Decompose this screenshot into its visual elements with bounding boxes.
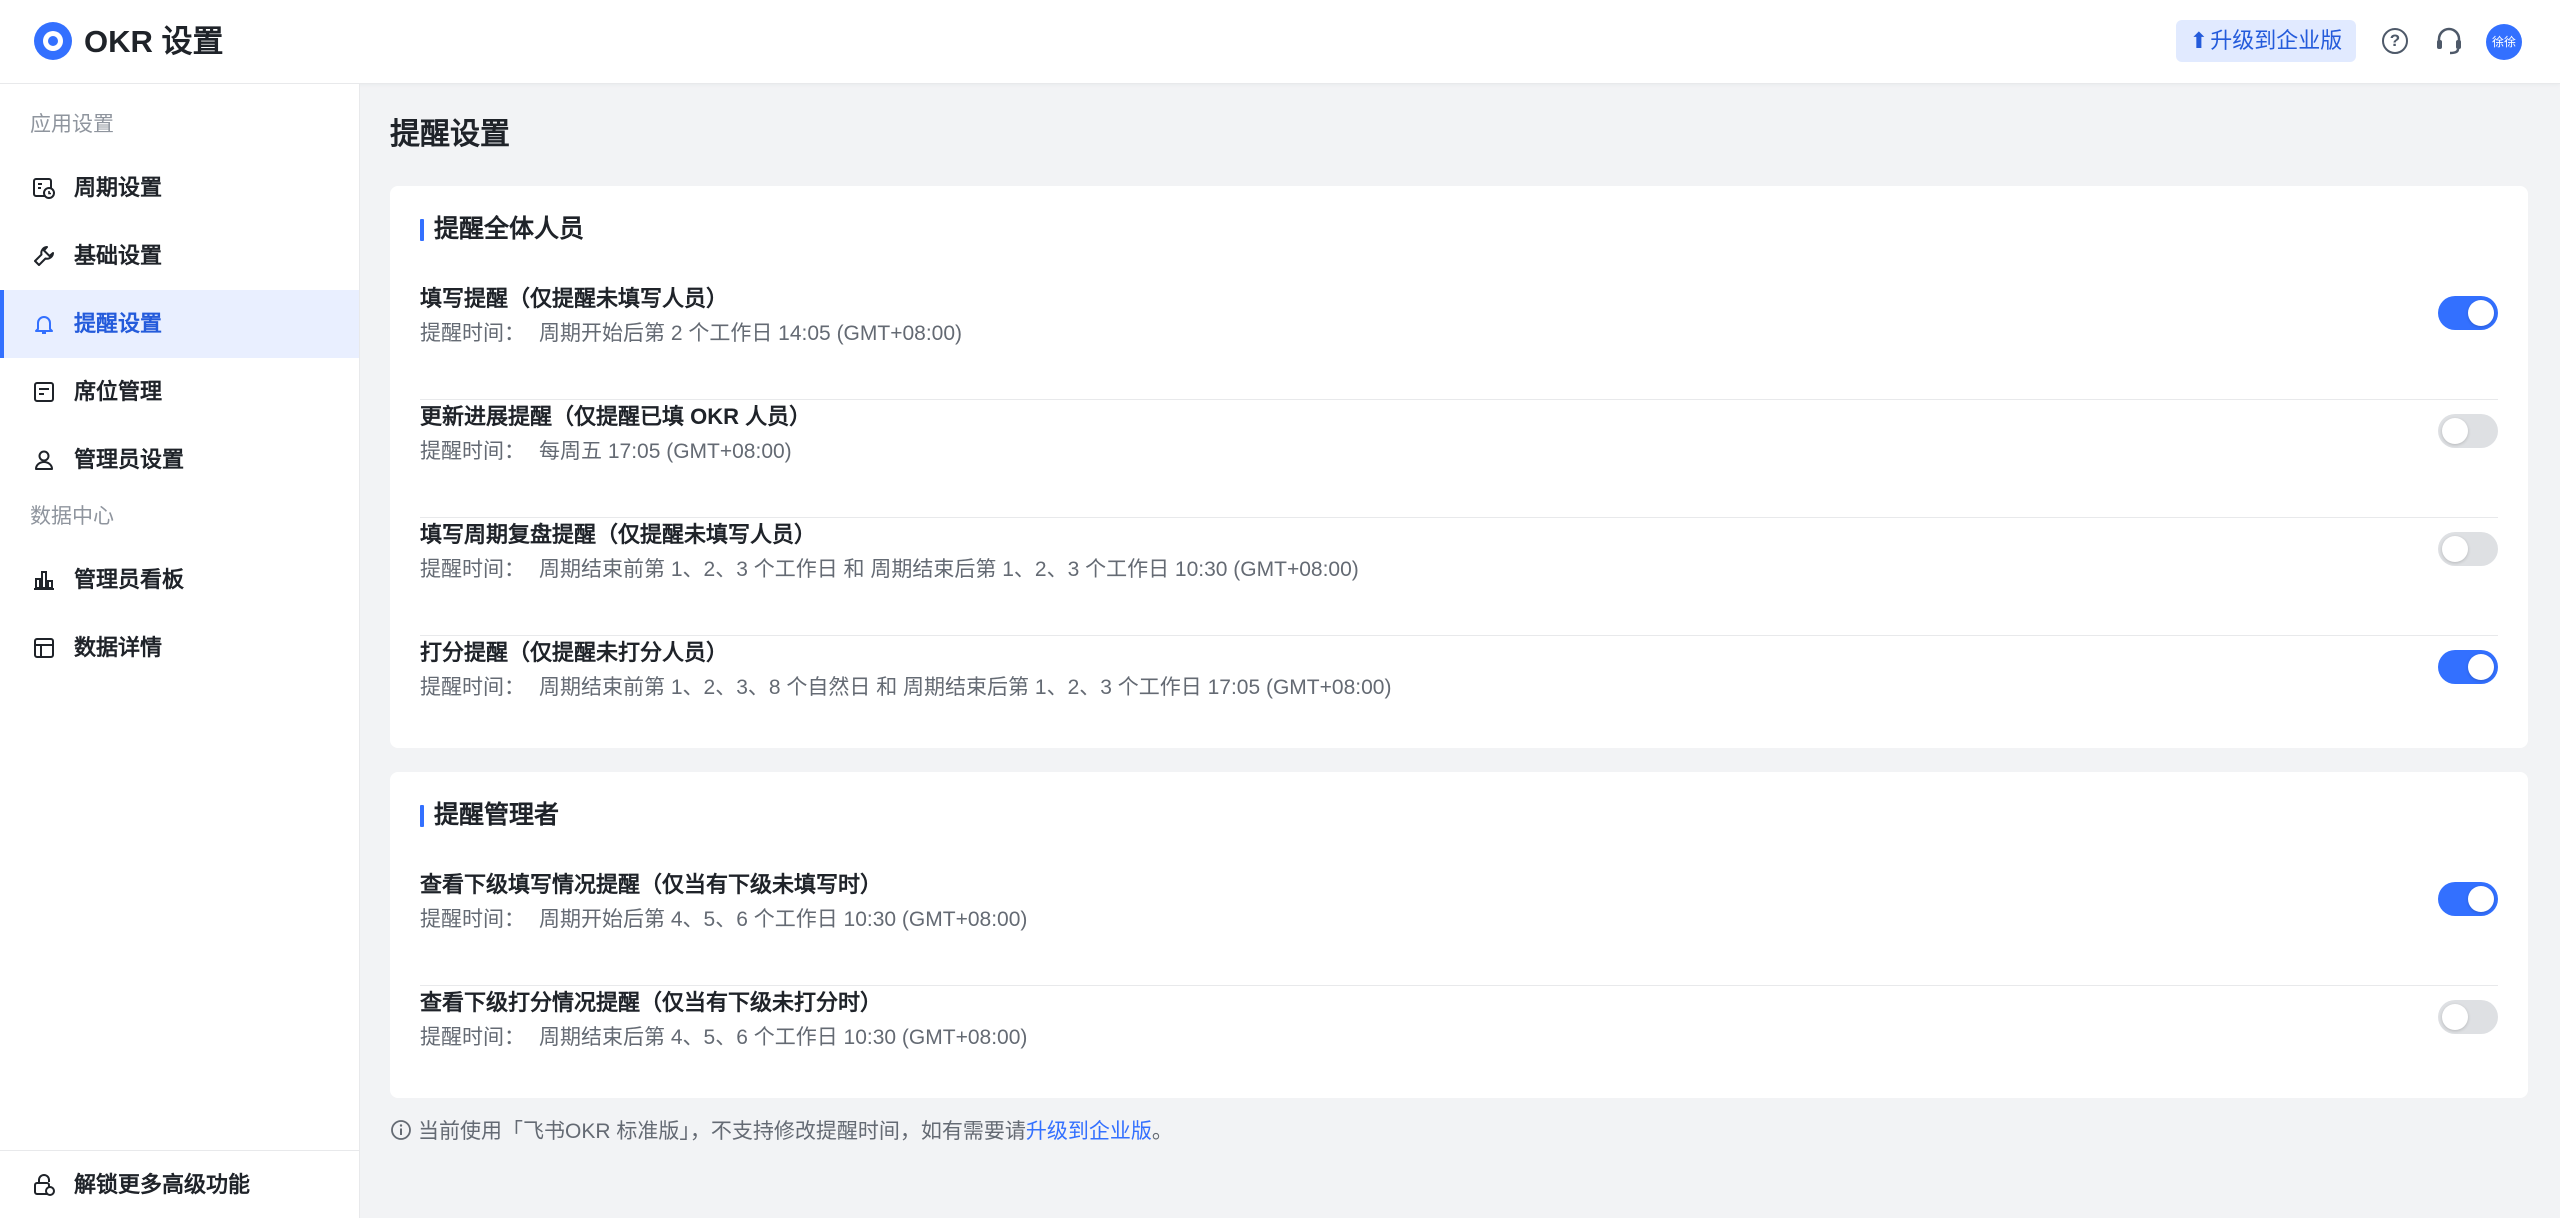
reminder-time: 提醒时间： 周期开始后第 2 个工作日 14:05 (GMT+08:00): [420, 318, 962, 350]
sidebar-item-seat-management[interactable]: 席位管理: [0, 358, 359, 426]
sidebar-item-label: 基础设置: [74, 243, 163, 268]
reminder-time-label: 提醒时间：: [420, 1026, 525, 1049]
reminder-row: 打分提醒（仅提醒未打分人员） 提醒时间： 周期结束前第 1、2、3、8 个自然日 …: [420, 636, 2498, 754]
bar-chart-icon: [32, 568, 56, 592]
reminder-title: 查看下级填写情况提醒（仅当有下级未填写时）: [420, 872, 883, 897]
reminder-toggle[interactable]: [2438, 882, 2498, 916]
reminder-time: 提醒时间： 周期开始后第 4、5、6 个工作日 10:30 (GMT+08:00): [420, 904, 1027, 936]
page-title: 提醒设置: [390, 118, 510, 151]
lock-gear-icon: [32, 1173, 56, 1197]
reminder-time-value: 周期开始后第 4、5、6 个工作日 10:30 (GMT+08:00): [539, 908, 1028, 931]
info-icon: [390, 1119, 412, 1141]
sidebar: 应用设置 周期设置 基础设置 提醒设置 席位管理 管理员设置 数据中心 管理员看…: [0, 84, 360, 1218]
sidebar-item-basic-settings[interactable]: 基础设置: [0, 222, 359, 290]
reminder-time: 提醒时间： 周期结束前第 1、2、3、8 个自然日 和 周期结束后第 1、2、3 …: [420, 672, 1391, 704]
reminder-title: 填写提醒（仅提醒未填写人员）: [420, 286, 729, 311]
reminder-time: 提醒时间： 每周五 17:05 (GMT+08:00): [420, 436, 792, 468]
sidebar-footer-label: 解锁更多高级功能: [74, 1172, 251, 1197]
reminder-title: 打分提醒（仅提醒未打分人员）: [420, 640, 729, 665]
section-title: 提醒管理者: [420, 798, 559, 832]
upgrade-button[interactable]: ⬆升级到企业版: [2176, 20, 2356, 62]
reminder-time-value: 每周五 17:05 (GMT+08:00): [539, 440, 792, 463]
calendar-clock-icon: [32, 176, 56, 200]
sidebar-item-label: 管理员设置: [74, 447, 185, 472]
reminder-toggle[interactable]: [2438, 1000, 2498, 1034]
okr-logo-icon: [34, 22, 72, 60]
upgrade-button-label: 升级到企业版: [2210, 28, 2343, 53]
reminder-row: 填写提醒（仅提醒未填写人员） 提醒时间： 周期开始后第 2 个工作日 14:05 …: [420, 282, 2498, 400]
reminder-row: 更新进展提醒（仅提醒已填 OKR 人员） 提醒时间： 每周五 17:05 (GMT…: [420, 400, 2498, 518]
user-avatar[interactable]: 徐徐: [2486, 24, 2522, 60]
edition-notice-text: 当前使用「飞书OKR 标准版」，不支持修改提醒时间，如有需要请: [418, 1120, 1026, 1143]
reminder-toggle[interactable]: [2438, 650, 2498, 684]
unlock-advanced-features-button[interactable]: 解锁更多高级功能: [0, 1150, 359, 1218]
sidebar-item-data-details[interactable]: 数据详情: [0, 614, 359, 682]
person-icon: [32, 448, 56, 472]
upgrade-link[interactable]: 升级到企业版: [1026, 1120, 1152, 1143]
reminder-time: 提醒时间： 周期结束前第 1、2、3 个工作日 和 周期结束后第 1、2、3 个工…: [420, 554, 1359, 586]
section-card-all-members: 提醒全体人员 填写提醒（仅提醒未填写人员） 提醒时间： 周期开始后第 2 个工作日…: [390, 186, 2528, 748]
seat-icon: [32, 380, 56, 404]
reminder-toggle[interactable]: [2438, 414, 2498, 448]
bell-icon: [32, 312, 56, 336]
wrench-icon: [32, 244, 56, 268]
sidebar-item-label: 管理员看板: [74, 567, 185, 592]
reminder-time-label: 提醒时间：: [420, 676, 525, 699]
reminder-row: 填写周期复盘提醒（仅提醒未填写人员） 提醒时间： 周期结束前第 1、2、3 个工作…: [420, 518, 2498, 636]
reminder-row: 查看下级打分情况提醒（仅当有下级未打分时） 提醒时间： 周期结束后第 4、5、6 …: [420, 986, 2498, 1104]
edition-notice-suffix: 。: [1151, 1120, 1173, 1143]
edition-notice: 当前使用「飞书OKR 标准版」，不支持修改提醒时间，如有需要请升级到企业版。: [390, 1116, 1173, 1148]
reminder-time: 提醒时间： 周期结束后第 4、5、6 个工作日 10:30 (GMT+08:00): [420, 1022, 1027, 1054]
reminder-title: 填写周期复盘提醒（仅提醒未填写人员）: [420, 522, 817, 547]
sidebar-item-admin-dashboard[interactable]: 管理员看板: [0, 546, 359, 614]
section-card-managers: 提醒管理者 查看下级填写情况提醒（仅当有下级未填写时） 提醒时间： 周期开始后第 …: [390, 772, 2528, 1098]
reminder-time-label: 提醒时间：: [420, 440, 525, 463]
sidebar-item-label: 数据详情: [74, 635, 163, 660]
headset-icon[interactable]: [2430, 22, 2468, 60]
reminder-time-label: 提醒时间：: [420, 558, 525, 581]
reminder-title: 查看下级打分情况提醒（仅当有下级未打分时）: [420, 990, 883, 1015]
sidebar-group-app-settings: 应用设置: [30, 113, 114, 136]
reminder-time-value: 周期结束前第 1、2、3 个工作日 和 周期结束后第 1、2、3 个工作日 10…: [539, 558, 1359, 581]
reminder-time-value: 周期结束后第 4、5、6 个工作日 10:30 (GMT+08:00): [539, 1026, 1028, 1049]
sidebar-item-label: 提醒设置: [74, 311, 163, 336]
sidebar-item-admin-settings[interactable]: 管理员设置: [0, 426, 359, 494]
reminder-time-value: 周期开始后第 2 个工作日 14:05 (GMT+08:00): [539, 322, 963, 345]
top-header: OKR 设置 ⬆升级到企业版 ? 徐徐: [0, 0, 2560, 84]
reminder-time-label: 提醒时间：: [420, 908, 525, 931]
upload-arrow-icon: ⬆: [2189, 28, 2209, 53]
reminder-row: 查看下级填写情况提醒（仅当有下级未填写时） 提醒时间： 周期开始后第 4、5、6 …: [420, 868, 2498, 986]
reminder-time-value: 周期结束前第 1、2、3、8 个自然日 和 周期结束后第 1、2、3 个工作日 …: [539, 676, 1392, 699]
app-title: OKR 设置: [84, 24, 224, 59]
reminder-toggle[interactable]: [2438, 296, 2498, 330]
sidebar-item-label: 席位管理: [74, 379, 163, 404]
reminder-toggle[interactable]: [2438, 532, 2498, 566]
help-icon[interactable]: ?: [2376, 22, 2414, 60]
sidebar-item-label: 周期设置: [74, 175, 163, 200]
sidebar-group-data-center: 数据中心: [30, 505, 114, 528]
reminder-title: 更新进展提醒（仅提醒已填 OKR 人员）: [420, 404, 812, 429]
section-title: 提醒全体人员: [420, 212, 584, 246]
sidebar-item-cycle-settings[interactable]: 周期设置: [0, 154, 359, 222]
sidebar-item-reminder-settings[interactable]: 提醒设置: [0, 290, 359, 358]
reminder-time-label: 提醒时间：: [420, 322, 525, 345]
table-icon: [32, 636, 56, 660]
